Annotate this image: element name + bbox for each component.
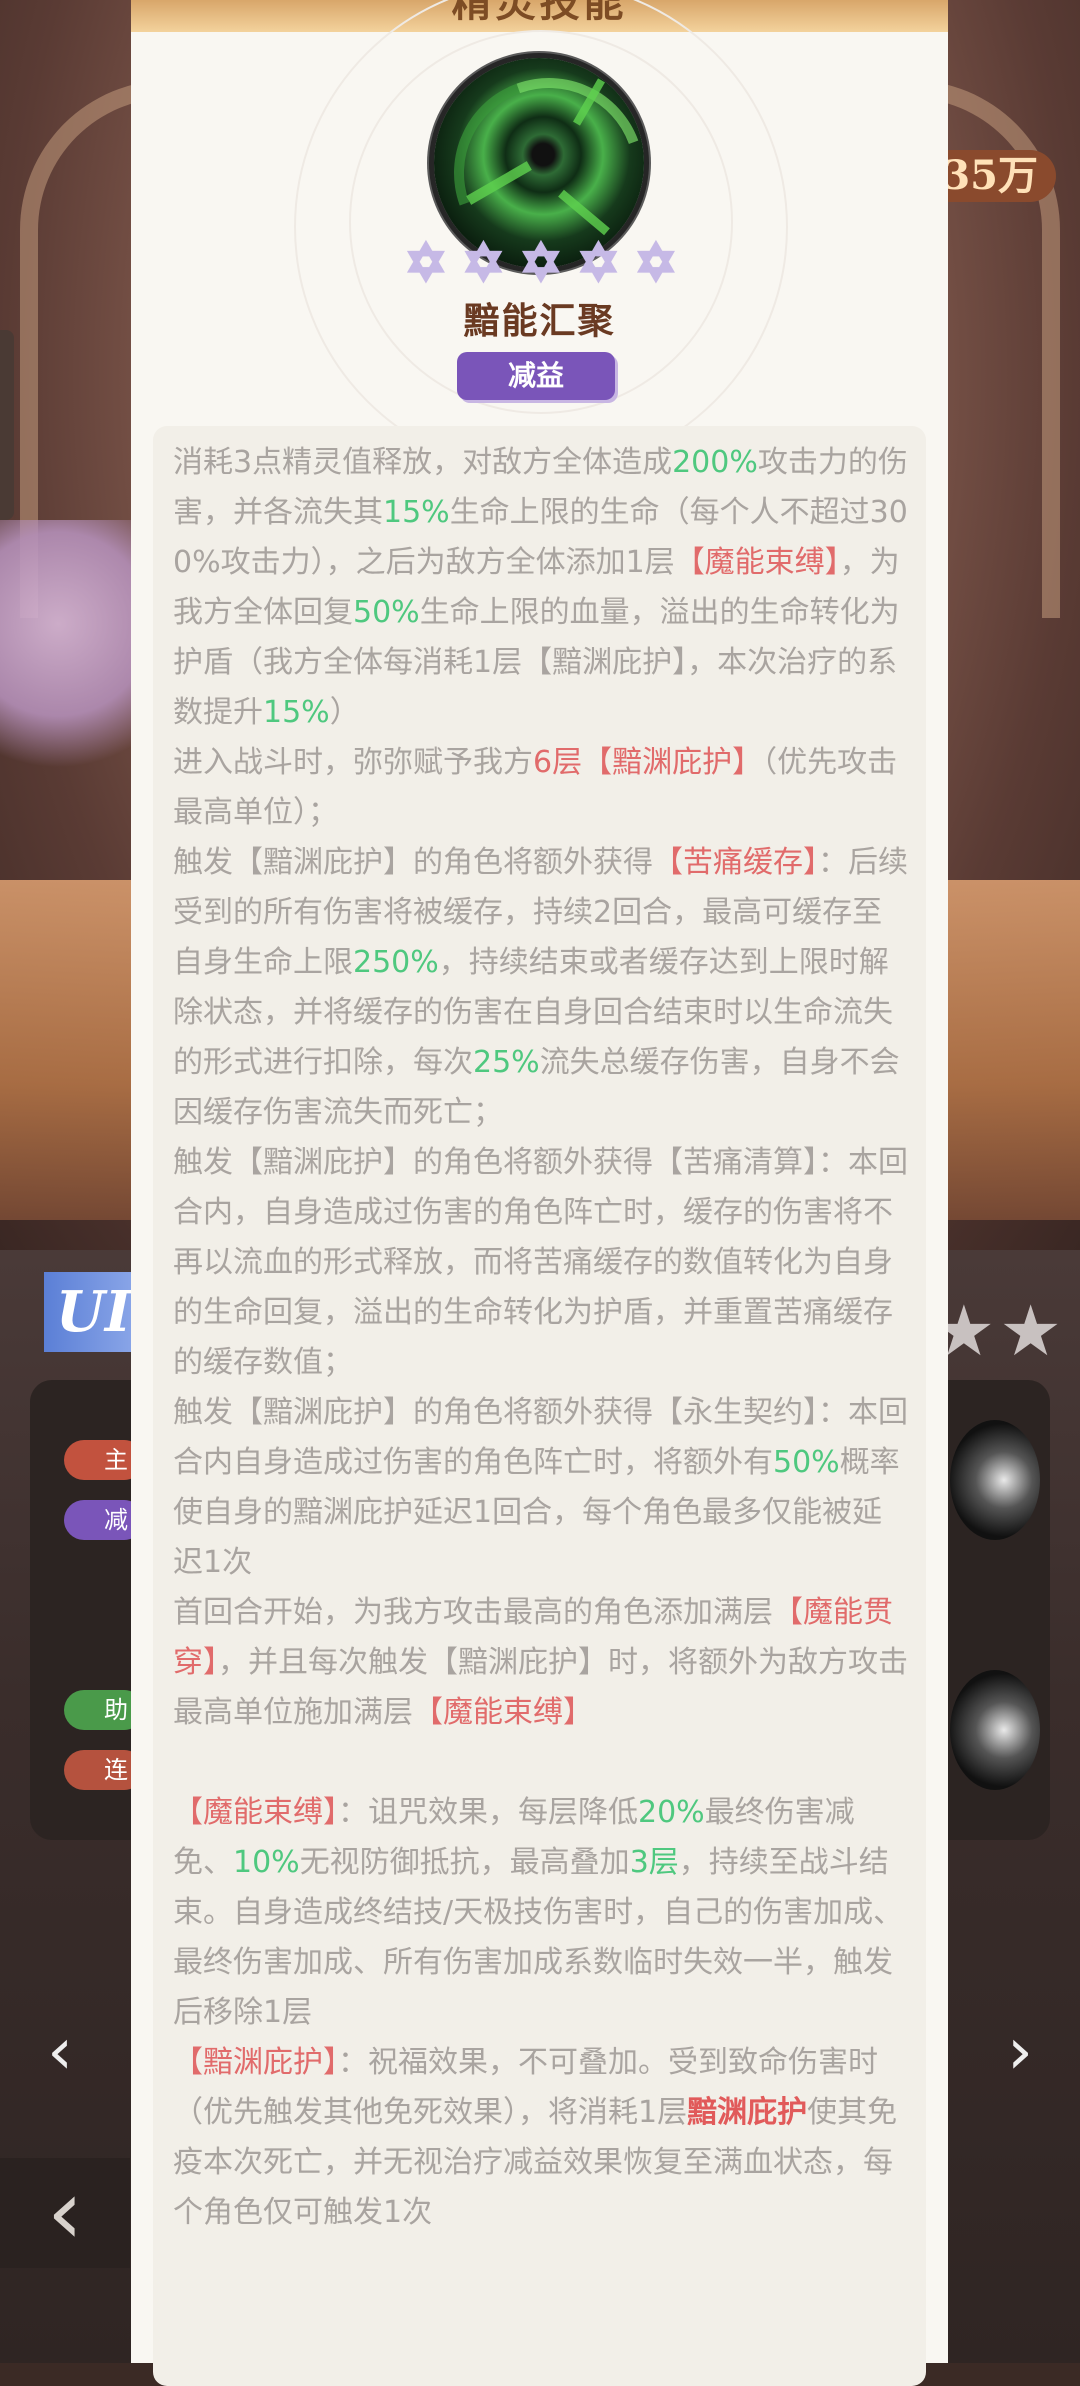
- description-text: 首回合开始，为我方攻击最高的角色添加满层: [173, 1595, 773, 1630]
- star-icon: ✡: [404, 234, 449, 292]
- description-paragraph: 首回合开始，为我方攻击最高的角色添加满层【魔能贯穿】，并且每次触发【黯渊庇护】时…: [173, 1588, 909, 1738]
- description-text: ）: [329, 695, 360, 730]
- description-paragraph: 【魔能束缚】：诅咒效果，每层降低20%最终伤害减免、10%无视防御抵抗，最高叠加…: [173, 1788, 909, 2038]
- description-paragraph: 触发【黯渊庇护】的角色将额外获得【永生契约】：本回合内自身造成过伤害的角色阵亡时…: [173, 1388, 909, 1588]
- description-paragraph: 进入战斗时，弥弥赋予我方6层【黯渊庇护】（优先攻击最高单位）；: [173, 738, 909, 838]
- highlight-text: 20%: [638, 1795, 705, 1830]
- description-paragraph: 消耗3点精灵值释放，对敌方全体造成200%攻击力的伤害，并各流失其15%生命上限…: [173, 438, 909, 738]
- description-paragraph: [173, 1738, 909, 1788]
- description-paragraph: 【黯渊庇护】：祝福效果，不可叠加。受到致命伤害时（优先触发其他免死效果），将消耗…: [173, 2038, 909, 2238]
- rating-stars: ★★: [932, 1290, 1066, 1372]
- highlight-text: 【苦痛缓存】: [653, 845, 818, 880]
- prev-arrow-icon[interactable]: ‹: [30, 2020, 90, 2084]
- next-arrow-icon[interactable]: ›: [990, 2020, 1050, 2084]
- highlight-text: 【魔能束缚】: [173, 1795, 338, 1830]
- highlight-text: 200%: [672, 445, 758, 480]
- skill-orb-1[interactable]: [950, 1420, 1040, 1540]
- highlight-text: 15%: [383, 495, 450, 530]
- skill-type-tag: 减益: [457, 352, 615, 400]
- highlight-text: 3层: [629, 1845, 679, 1880]
- highlight-text: 【魔能束缚】: [413, 1695, 593, 1730]
- star-icon: ✡: [576, 234, 621, 292]
- highlight-text: 【魔能束缚】: [674, 545, 840, 580]
- description-text: 消耗3点精灵值释放，对敌方全体造成: [173, 445, 673, 480]
- highlight-text: 6层: [533, 745, 583, 780]
- star-icon: ✡: [519, 234, 564, 292]
- back-button[interactable]: ‹: [0, 2158, 130, 2268]
- description-text: 进入战斗时，弥弥赋予我方: [173, 745, 533, 780]
- highlight-text: 【黯渊庇护】: [173, 2045, 338, 2080]
- description-paragraph: 触发【黯渊庇护】的角色将额外获得【苦痛缓存】：后续受到的所有伤害将被缓存，持续2…: [173, 838, 909, 1138]
- description-text: 触发【黯渊庇护】的角色将额外获得【苦痛清算】：本回合内，自身造成过伤害的角色阵亡…: [173, 1145, 908, 1380]
- skill-star-rating: ✡ ✡ ✡ ✡ ✡: [401, 234, 681, 294]
- highlight-text: 50%: [773, 1445, 840, 1480]
- description-text: ：诅咒效果，每层降低: [338, 1795, 638, 1830]
- highlight-text: 250%: [353, 945, 439, 980]
- highlight-text: 10%: [233, 1845, 300, 1880]
- skill-name: 黯能汇聚: [463, 301, 616, 342]
- description-paragraph: 触发【黯渊庇护】的角色将额外获得【苦痛清算】：本回合内，自身造成过伤害的角色阵亡…: [173, 1138, 909, 1388]
- star-icon: ✡: [461, 234, 506, 292]
- skill-description: 消耗3点精灵值释放，对敌方全体造成200%攻击力的伤害，并各流失其15%生命上限…: [173, 438, 909, 2238]
- highlight-text: 黯渊庇护: [687, 2095, 808, 2130]
- highlight-text: 15%: [263, 695, 330, 730]
- highlight-text: 25%: [473, 1045, 540, 1080]
- star-icon: ✡: [634, 234, 679, 292]
- skill-orb-2[interactable]: [950, 1670, 1040, 1790]
- highlight-text: 【黯渊庇护】: [582, 745, 763, 780]
- description-text: [173, 1745, 183, 1780]
- highlight-text: 50%: [353, 595, 420, 630]
- description-text: 触发【黯渊庇护】的角色将额外获得: [173, 845, 653, 880]
- description-text: 无视防御抵抗，最高叠加: [299, 1845, 630, 1880]
- side-tab[interactable]: [0, 330, 14, 520]
- back-arrow-icon: ‹: [47, 2160, 83, 2265]
